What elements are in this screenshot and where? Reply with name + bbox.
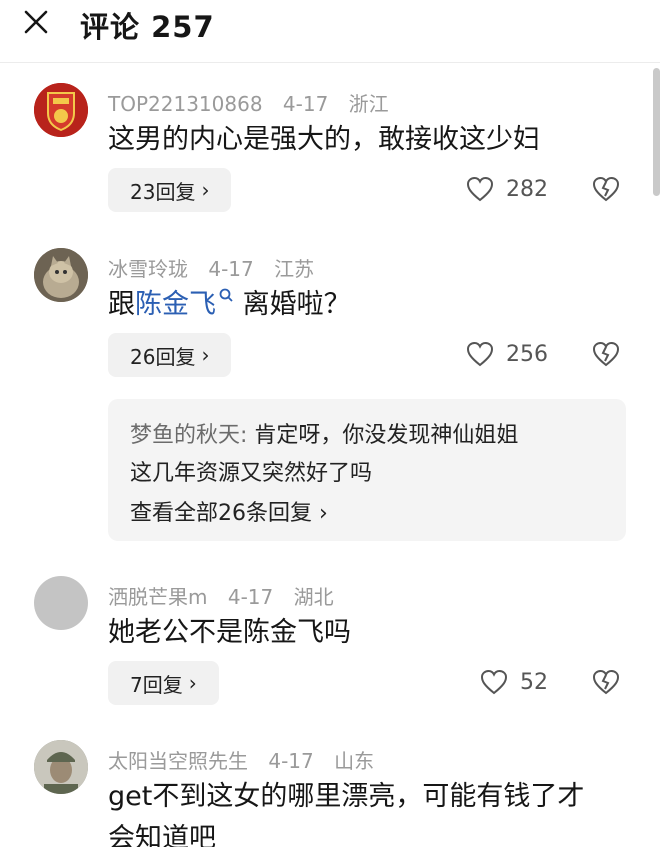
username[interactable]: 冰雪玲珑 [108, 257, 188, 281]
like-count: 256 [506, 341, 548, 367]
page-title: 评论 257 [80, 10, 215, 44]
scrollbar[interactable] [653, 68, 660, 196]
comment-meta: 洒脱芒果m 4-17 湖北 [108, 581, 348, 610]
comment-meta: TOP221310868 4-17 浙江 [108, 88, 403, 117]
comment-location: 江苏 [274, 257, 315, 281]
close-icon [24, 10, 48, 34]
replies-label: 23回复 [130, 179, 196, 204]
like-button[interactable]: 256 [466, 341, 548, 367]
replies-label: 26回复 [130, 344, 196, 369]
replies-label: 7回复 [130, 672, 183, 697]
chevron-right-icon: › [201, 343, 210, 367]
like-button[interactable]: 282 [466, 176, 548, 202]
comment-item: 太阳当空照先生 4-17 山东 get不到这女的哪里漂亮，可能有钱了才 会知道吧 [0, 737, 660, 847]
see-all-replies-link[interactable]: 查看全部26条回复 › [130, 495, 328, 527]
avatar[interactable] [34, 740, 88, 794]
team-badge-icon [34, 83, 88, 137]
broken-heart-icon [592, 341, 620, 367]
chevron-right-icon: › [201, 178, 210, 202]
see-all-label: 查看全部26条回复 [130, 501, 312, 526]
broken-heart-icon [592, 176, 620, 202]
like-count: 52 [520, 669, 548, 695]
comment-text: 这男的内心是强大的，敢接收这少妇 [108, 124, 540, 155]
chevron-right-icon: › [319, 501, 328, 526]
comment-text: 她老公不是陈金飞吗 [108, 617, 351, 648]
comment-meta: 太阳当空照先生 4-17 山东 [108, 745, 388, 774]
reply-author[interactable]: 梦鱼的秋天: [130, 423, 247, 448]
dislike-button[interactable] [592, 341, 620, 371]
top-bar: 评论 257 [0, 0, 660, 63]
like-count: 282 [506, 176, 548, 202]
comment-text-before: 跟 [108, 289, 135, 320]
replies-button[interactable]: 26回复 › [108, 333, 232, 377]
avatar[interactable] [34, 248, 88, 302]
avatar[interactable] [34, 83, 88, 137]
reply-preview[interactable]: 梦鱼的秋天: 肯定呀，你没发现神仙姐姐 这几年资源又突然好了吗 查看全部26条回… [108, 399, 626, 541]
comment-location: 山东 [334, 749, 375, 773]
comment-text: get不到这女的哪里漂亮，可能有钱了才 [108, 781, 585, 812]
comment-date: 4-17 [268, 749, 314, 773]
username[interactable]: TOP221310868 [108, 92, 263, 116]
comment-date: 4-17 [227, 585, 274, 609]
avatar[interactable] [34, 576, 88, 630]
broken-heart-icon [592, 669, 620, 695]
keyword-link[interactable]: 陈金飞 [135, 289, 216, 320]
reply-text: 肯定呀，你没发现神仙姐姐 [247, 423, 519, 448]
chevron-right-icon: › [188, 671, 197, 695]
heart-icon [480, 669, 508, 695]
search-link-icon[interactable] [218, 287, 234, 309]
dislike-button[interactable] [592, 176, 620, 206]
replies-button[interactable]: 7回复 › [108, 661, 219, 705]
comment-text: 跟陈金飞 离婚啦？ [108, 287, 351, 323]
soldier-portrait-icon [34, 740, 88, 794]
comment-date: 4-17 [208, 257, 254, 281]
reply-preview-line: 梦鱼的秋天: 肯定呀，你没发现神仙姐姐 [130, 417, 518, 449]
comment-location: 浙江 [348, 92, 389, 116]
comment-location: 湖北 [293, 585, 334, 609]
comment-meta: 冰雪玲珑 4-17 江苏 [108, 253, 328, 282]
username[interactable]: 太阳当空照先生 [108, 749, 248, 773]
username[interactable]: 洒脱芒果m [108, 585, 207, 609]
comment-date: 4-17 [282, 92, 329, 116]
dislike-button[interactable] [592, 669, 620, 699]
close-button[interactable] [18, 2, 58, 42]
cat-photo-icon [34, 248, 88, 302]
heart-icon [466, 176, 494, 202]
like-button[interactable]: 52 [480, 669, 548, 695]
heart-icon [466, 341, 494, 367]
replies-button[interactable]: 23回复 › [108, 168, 232, 212]
reply-text-line2: 这几年资源又突然好了吗 [130, 461, 373, 486]
comment-text-line2: 会知道吧 [108, 823, 216, 847]
comment-text-after: 离婚啦？ [234, 289, 351, 320]
